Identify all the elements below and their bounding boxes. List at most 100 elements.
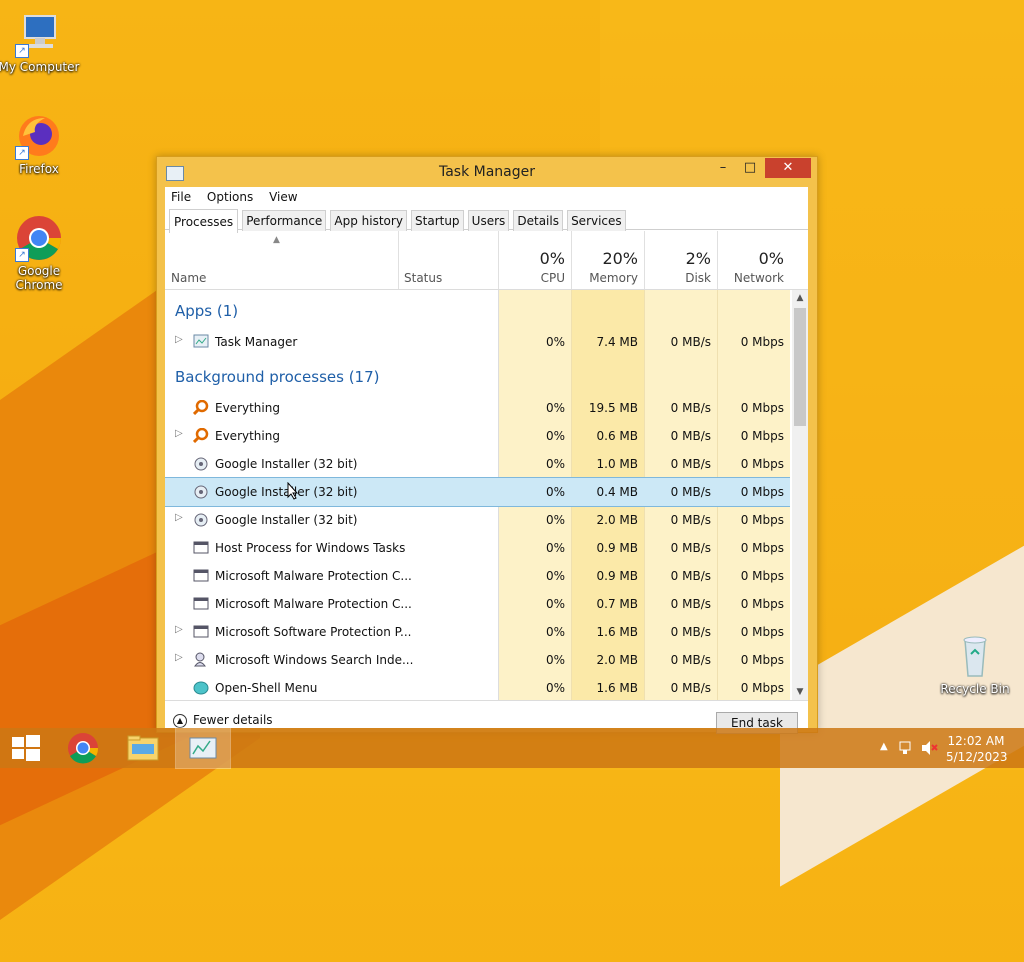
table-row[interactable]: ▷ Microsoft Software Protection P... 0% … — [165, 618, 790, 646]
installer-icon — [193, 512, 209, 527]
taskbar: ▲ 12:02 AM 5/12/2023 — [0, 727, 1024, 769]
cpu-value: 0% — [545, 653, 565, 667]
taskbar-chrome[interactable] — [56, 728, 110, 768]
scroll-up-icon[interactable]: ▲ — [792, 290, 808, 306]
minimize-button[interactable]: – — [710, 158, 736, 178]
cpu-value: 0% — [545, 625, 565, 639]
network-value: 0 Mbps — [740, 653, 784, 667]
close-button[interactable]: ✕ — [765, 158, 811, 178]
desktop-icon-chrome[interactable]: ↗ Google Chrome — [0, 214, 81, 292]
process-name: Open-Shell Menu — [215, 681, 318, 695]
expand-icon[interactable]: ▷ — [175, 652, 183, 663]
memory-value: 2.0 MB — [596, 513, 638, 527]
table-row[interactable]: Microsoft Malware Protection C... 0% 0.7… — [165, 590, 790, 618]
network-value: 0 Mbps — [740, 625, 784, 639]
taskbar-file-explorer[interactable] — [116, 728, 170, 768]
disk-value: 0 MB/s — [670, 625, 711, 639]
search-indexer-icon — [193, 652, 209, 667]
computer-icon: ↗ — [15, 10, 63, 58]
tab-users[interactable]: Users — [467, 210, 510, 231]
table-row[interactable]: Everything 0% 19.5 MB 0 MB/s 0 Mbps — [165, 394, 790, 422]
fewer-details-button[interactable]: ▲ Fewer details — [173, 713, 273, 728]
process-name: Microsoft Malware Protection C... — [215, 569, 412, 583]
expand-icon[interactable]: ▷ — [175, 334, 183, 345]
table-row[interactable]: ▷ Task Manager 0% 7.4 MB 0 MB/s 0 Mbps — [165, 328, 790, 356]
desktop-icon-label: Recycle Bin — [940, 682, 1010, 696]
expand-icon[interactable]: ▷ — [175, 624, 183, 635]
memory-value: 0.9 MB — [596, 569, 638, 583]
tab-processes[interactable]: Processes — [169, 209, 239, 233]
window-process-icon — [193, 568, 209, 583]
column-cpu[interactable]: 0% CPU — [498, 231, 572, 289]
menu-options[interactable]: Options — [207, 187, 253, 207]
task-manager-icon — [189, 737, 217, 759]
memory-value: 0.4 MB — [596, 485, 638, 499]
tab-app-history[interactable]: App history — [330, 210, 407, 231]
table-row[interactable]: Host Process for Windows Tasks 0% 0.9 MB… — [165, 534, 790, 562]
memory-value: 19.5 MB — [588, 401, 638, 415]
process-list: Apps (1) ▷ Task Manager 0% 7.4 MB 0 MB/s… — [165, 290, 790, 700]
disk-value: 0 MB/s — [670, 653, 711, 667]
process-name: Task Manager — [215, 335, 298, 349]
table-row[interactable]: ▷ Everything 0% 0.6 MB 0 MB/s 0 Mbps — [165, 422, 790, 450]
cpu-value: 0% — [545, 401, 565, 415]
network-icon[interactable] — [898, 740, 914, 756]
volume-muted-icon[interactable] — [920, 740, 938, 756]
task-manager-icon — [193, 334, 209, 349]
task-manager-window[interactable]: Task Manager – □ ✕ File Options View Pro… — [156, 156, 818, 734]
title-bar[interactable]: Task Manager – □ ✕ — [157, 157, 817, 187]
vertical-scrollbar[interactable]: ▲ ▼ — [792, 290, 808, 700]
table-row[interactable]: Google Installer (32 bit) 0% 1.0 MB 0 MB… — [165, 450, 790, 478]
desktop-icon-firefox[interactable]: ↗ Firefox — [0, 112, 81, 176]
desktop-icon-my-computer[interactable]: ↗ My Computer — [0, 10, 81, 74]
expand-icon[interactable]: ▷ — [175, 512, 183, 523]
expand-icon[interactable]: ▷ — [175, 428, 183, 439]
menu-file[interactable]: File — [171, 187, 191, 207]
column-memory[interactable]: 20% Memory — [571, 231, 645, 289]
tab-startup[interactable]: Startup — [411, 210, 464, 231]
scroll-thumb[interactable] — [794, 308, 806, 426]
cpu-value: 0% — [545, 513, 565, 527]
tab-services[interactable]: Services — [567, 210, 626, 231]
disk-value: 0 MB/s — [670, 401, 711, 415]
desktop-icon-label: Firefox — [19, 162, 59, 176]
group-apps: Apps (1) — [175, 302, 239, 320]
cpu-value: 0% — [545, 335, 565, 349]
windows-logo-icon — [12, 735, 40, 761]
desktop-icon-recycle-bin[interactable]: Recycle Bin — [933, 632, 1017, 696]
cpu-total: 0% — [539, 249, 565, 268]
taskbar-task-manager[interactable] — [175, 727, 231, 769]
tab-details[interactable]: Details — [513, 210, 563, 231]
column-status[interactable]: Status — [398, 231, 499, 289]
tab-performance[interactable]: Performance — [242, 210, 327, 231]
memory-value: 0.7 MB — [596, 597, 638, 611]
column-name[interactable]: ▲ Name — [165, 231, 399, 289]
show-hidden-icons-icon[interactable]: ▲ — [880, 741, 888, 752]
column-network[interactable]: 0% Network — [717, 231, 790, 289]
memory-value: 1.6 MB — [596, 625, 638, 639]
cpu-value: 0% — [545, 429, 565, 443]
table-row[interactable]: Open-Shell Menu 0% 1.6 MB 0 MB/s 0 Mbps — [165, 674, 790, 700]
column-disk[interactable]: 2% Disk — [644, 231, 718, 289]
table-row-selected[interactable]: Google Installer (32 bit) 0% 0.4 MB 0 MB… — [165, 477, 790, 507]
disk-value: 0 MB/s — [670, 513, 711, 527]
maximize-button[interactable]: □ — [737, 158, 763, 178]
tab-bar: Processes Performance App history Startu… — [165, 207, 808, 233]
menu-view[interactable]: View — [269, 187, 297, 207]
process-name: Everything — [215, 401, 280, 415]
disk-value: 0 MB/s — [670, 681, 711, 695]
table-row[interactable]: ▷ Microsoft Windows Search Inde... 0% 2.… — [165, 646, 790, 674]
cpu-value: 0% — [545, 681, 565, 695]
clock[interactable]: 12:02 AM 5/12/2023 — [946, 733, 1008, 765]
clock-time: 12:02 AM — [947, 734, 1005, 748]
installer-icon — [193, 484, 209, 499]
table-row[interactable]: Microsoft Malware Protection C... 0% 0.9… — [165, 562, 790, 590]
chevron-up-icon: ▲ — [173, 713, 187, 728]
column-status-label: Status — [404, 271, 443, 285]
table-row[interactable]: ▷ Google Installer (32 bit) 0% 2.0 MB 0 … — [165, 506, 790, 534]
footer-bar: ▲ Fewer details End task — [165, 700, 808, 734]
disk-label: Disk — [685, 271, 711, 285]
column-headers: ▲ Name Status 0% CPU 20% Memory 2% Disk … — [165, 231, 808, 290]
scroll-down-icon[interactable]: ▼ — [792, 684, 808, 700]
start-button[interactable] — [0, 728, 54, 768]
